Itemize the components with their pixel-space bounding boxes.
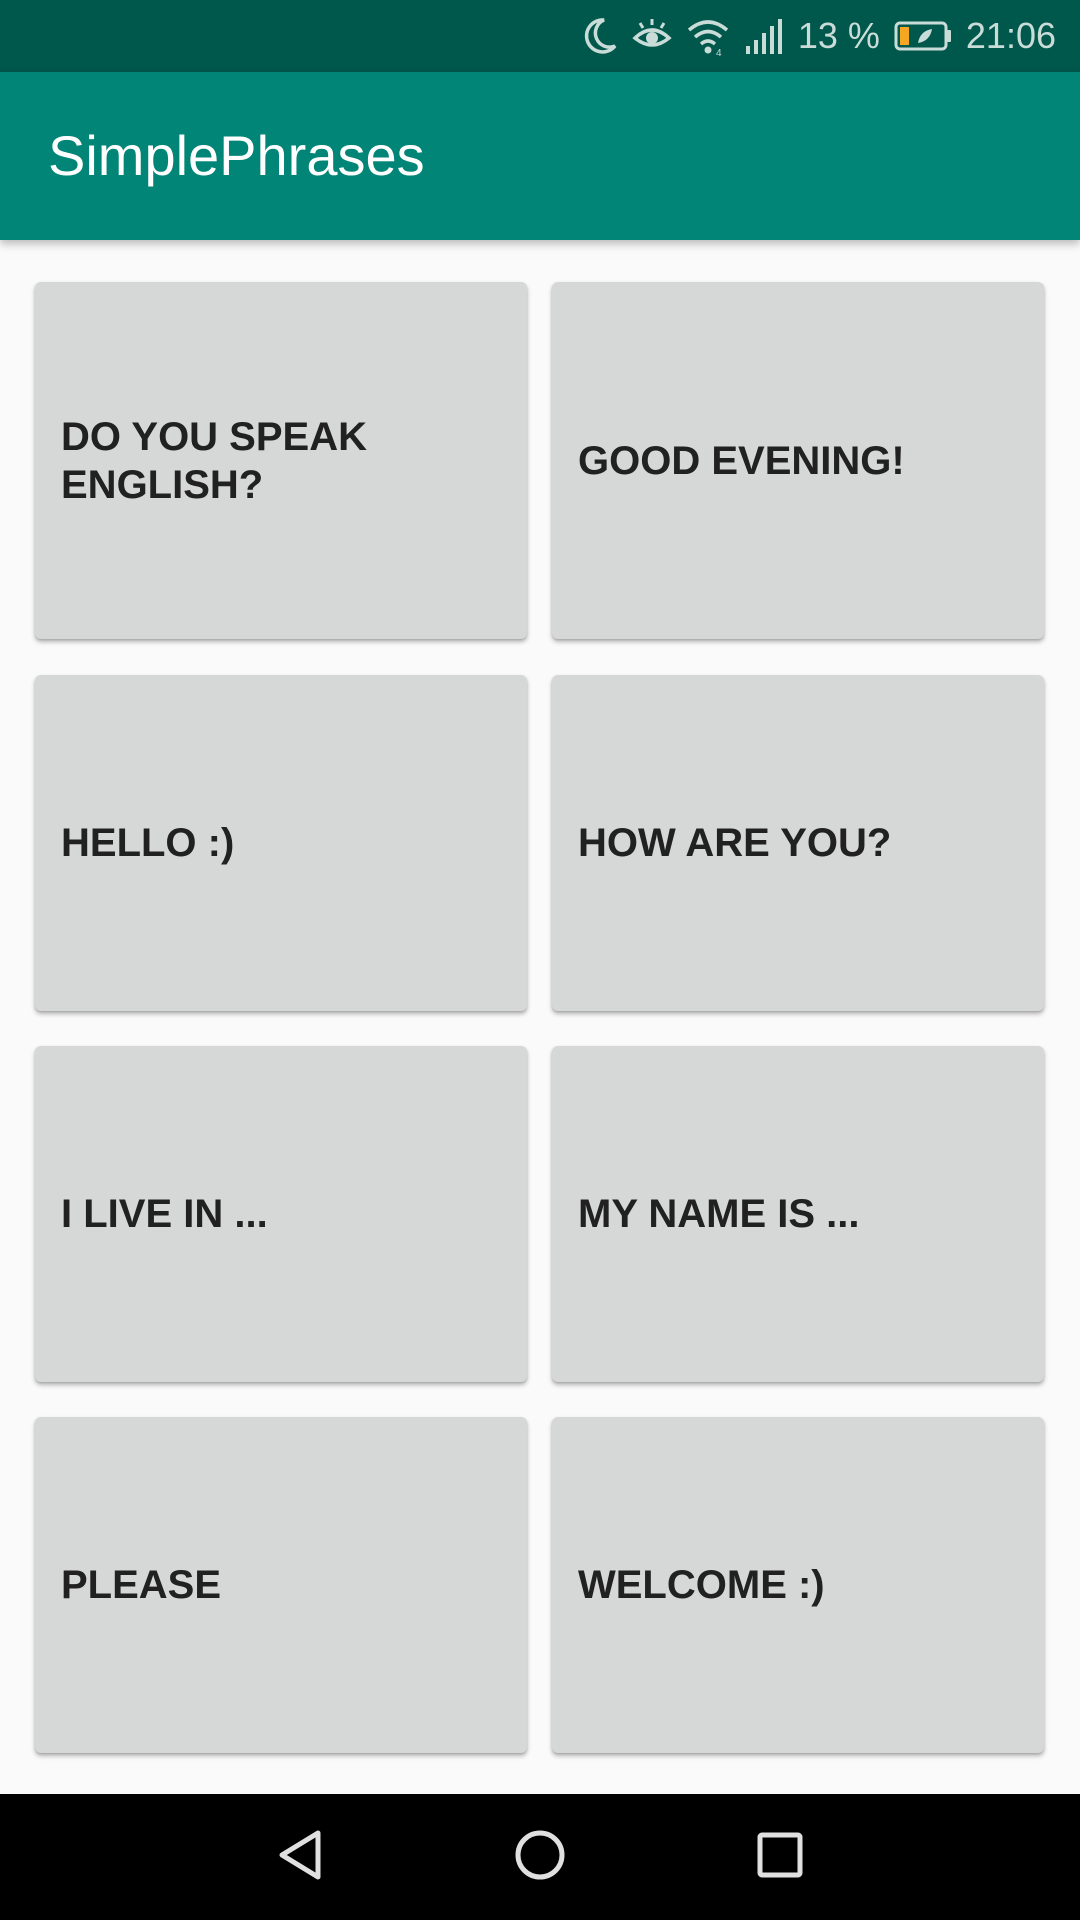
app-title: SimplePhrases xyxy=(48,124,425,187)
navigation-bar xyxy=(0,1794,1080,1920)
phrase-label: PLEASE xyxy=(61,1563,222,1607)
phrase-button-good-evening[interactable]: GOOD EVENING! xyxy=(552,282,1044,639)
phrase-button-i-live-in[interactable]: I LIVE IN ... xyxy=(35,1046,527,1382)
svg-text:4: 4 xyxy=(716,48,722,56)
phrase-button-please[interactable]: PLEASE xyxy=(35,1417,527,1753)
status-bar: 4 13 % 21:06 xyxy=(0,0,1080,72)
app-bar: SimplePhrases xyxy=(0,72,1080,240)
phrase-label: HOW ARE YOU? xyxy=(578,821,892,865)
phrase-button-how-are-you[interactable]: HOW ARE YOU? xyxy=(552,675,1044,1011)
back-button[interactable] xyxy=(240,1794,360,1920)
back-icon xyxy=(276,1829,324,1886)
battery-icon xyxy=(894,21,952,51)
phrase-label: DO YOU SPEAK ENGLISH? xyxy=(61,414,367,507)
phrase-label: HELLO :) xyxy=(61,821,235,865)
phrase-label: I LIVE IN ... xyxy=(61,1192,268,1236)
battery-percent: 13 % xyxy=(797,15,880,56)
phrase-button-do-you-speak-english[interactable]: DO YOU SPEAK ENGLISH? xyxy=(35,282,527,639)
phrase-button-my-name-is[interactable]: MY NAME IS ... xyxy=(552,1046,1044,1382)
phrase-label: WELCOME :) xyxy=(578,1563,825,1607)
moon-icon xyxy=(582,16,618,56)
signal-icon xyxy=(744,16,784,56)
status-icons: 4 13 % 21:06 xyxy=(582,0,1056,72)
home-button[interactable] xyxy=(480,1794,600,1920)
phrase-label: GOOD EVENING! xyxy=(578,438,905,483)
phone-screen: 4 13 % 21:06 SimplePhrases DO YOU SPEAK … xyxy=(0,0,1080,1920)
phrase-label: MY NAME IS ... xyxy=(578,1192,860,1236)
home-icon xyxy=(514,1829,566,1886)
phrase-button-welcome[interactable]: WELCOME :) xyxy=(552,1417,1044,1753)
wifi-icon: 4 xyxy=(686,16,730,56)
eye-comfort-icon xyxy=(632,16,672,56)
status-time: 21:06 xyxy=(965,15,1056,56)
phrase-button-hello[interactable]: HELLO :) xyxy=(35,675,527,1011)
recents-icon xyxy=(756,1831,804,1884)
recents-button[interactable] xyxy=(720,1794,840,1920)
phrase-grid: DO YOU SPEAK ENGLISH? GOOD EVENING! HELL… xyxy=(0,240,1080,1794)
